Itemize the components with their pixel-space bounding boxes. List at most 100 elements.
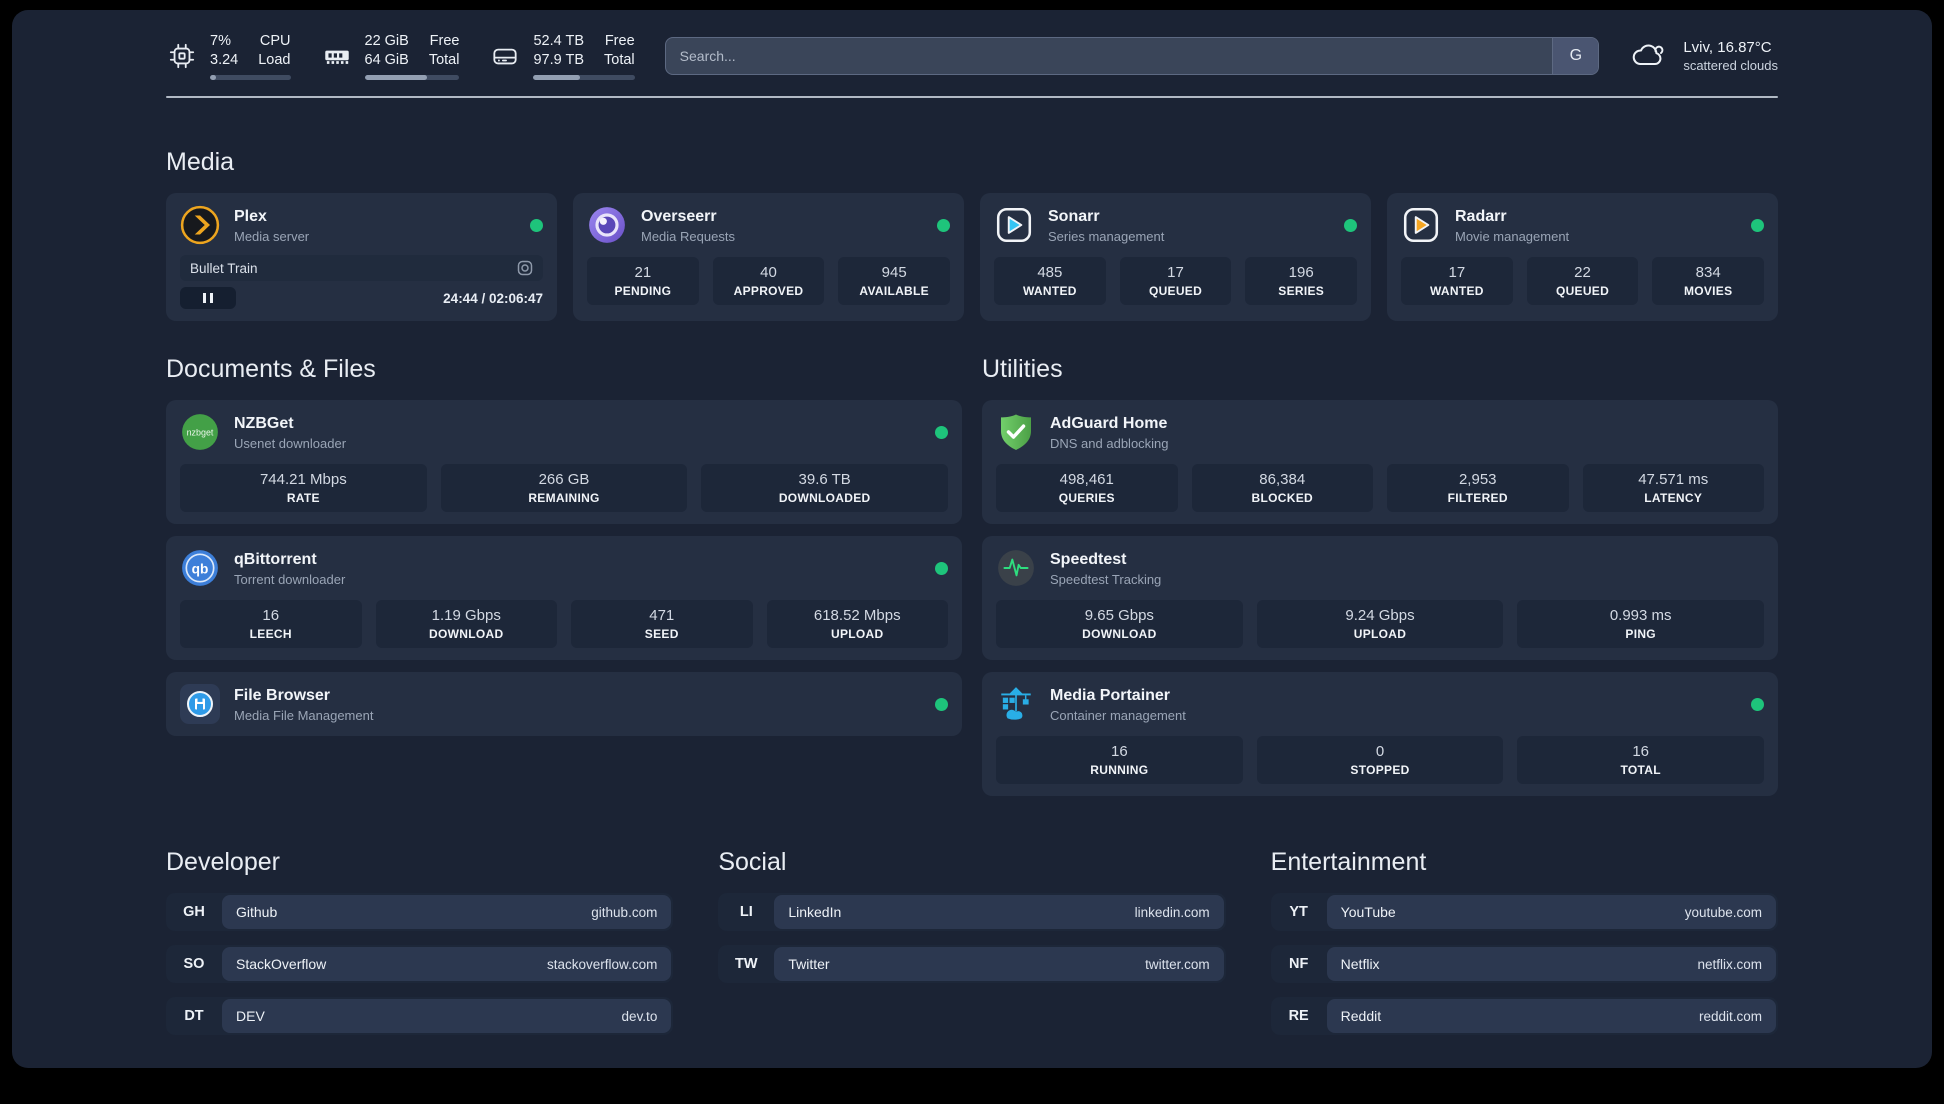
filebrowser-card[interactable]: File Browser Media File Management <box>166 672 962 736</box>
header-divider <box>166 96 1778 98</box>
plex-card[interactable]: Plex Media server Bullet Train 24:44 / 0… <box>166 193 557 321</box>
portainer-running-tile: 16 RUNNING <box>996 736 1243 784</box>
nzbget-card[interactable]: nzbget NZBGet Usenet downloader 744.21 M… <box>166 400 962 524</box>
ram-stat: 22 GiB 64 GiB Free Total <box>321 32 460 80</box>
speedtest-card[interactable]: Speedtest Speedtest Tracking 9.65 Gbps D… <box>982 536 1778 660</box>
speedtest-title: Speedtest <box>1050 550 1127 568</box>
bookmark-url: twitter.com <box>1145 956 1210 972</box>
social-section-heading: Social <box>718 848 787 876</box>
overseerr-status-dot <box>937 218 950 232</box>
filebrowser-status-dot <box>935 697 948 711</box>
bookmark-netflix[interactable]: NF Netflix netflix.com <box>1270 945 1778 983</box>
sonarr-series-tile: 196 SERIES <box>1245 257 1358 305</box>
radarr-queued-tile: 22 QUEUED <box>1526 257 1639 305</box>
overseerr-subtitle: Media Requests <box>641 228 735 244</box>
search-bar: G <box>664 37 1600 75</box>
nzbget-rate-tile: 744.21 Mbps RATE <box>180 464 427 512</box>
sonarr-status-dot <box>1344 218 1357 232</box>
overseerr-pending-tile: 21 PENDING <box>587 257 699 305</box>
documents-section-heading: Documents & Files <box>166 355 376 383</box>
pause-button[interactable] <box>180 287 236 309</box>
bookmark-linkedin[interactable]: LI LinkedIn linkedin.com <box>718 893 1226 931</box>
overseerr-available-tile: 945 AVAILABLE <box>838 257 951 305</box>
bookmark-youtube[interactable]: YT YouTube youtube.com <box>1270 893 1778 931</box>
bookmark-github[interactable]: GH Github github.com <box>166 893 674 931</box>
qbittorrent-upload-tile: 618.52 Mbps UPLOAD <box>766 600 948 648</box>
utilities-section-heading: Utilities <box>982 355 1063 383</box>
plex-subtitle: Media server <box>234 228 310 244</box>
bookmark-url: youtube.com <box>1684 904 1762 920</box>
bookmark-stackoverflow[interactable]: SO StackOverflow stackoverflow.com <box>166 945 674 983</box>
github-abbr-badge: GH <box>183 904 205 920</box>
adguard-icon <box>996 412 1036 452</box>
radarr-status-dot <box>1751 218 1764 232</box>
adguard-card[interactable]: AdGuard Home DNS and adblocking 498,461 … <box>982 400 1778 524</box>
system-stats: 7% 3.24 CPU Load 22 GiB 64 GiB Free Tota… <box>166 32 635 80</box>
sonarr-card[interactable]: Sonarr Series management 485 WANTED 17 Q… <box>980 193 1371 321</box>
nzbget-subtitle: Usenet downloader <box>234 435 347 451</box>
qbittorrent-subtitle: Torrent downloader <box>234 571 346 587</box>
disk-progress-bar <box>533 75 635 80</box>
adguard-subtitle: DNS and adblocking <box>1050 435 1169 451</box>
disk-free-label: Free <box>604 33 635 49</box>
qbittorrent-status-dot <box>935 561 948 575</box>
netflix-abbr-badge: NF <box>1288 956 1309 972</box>
cpu-progress-bar <box>210 75 291 80</box>
qbittorrent-card[interactable]: qb qBittorrent Torrent downloader 16 LEE… <box>166 536 962 660</box>
plex-status-dot <box>530 218 543 232</box>
radarr-subtitle: Movie management <box>1455 228 1570 244</box>
overseerr-title: Overseerr <box>641 207 717 225</box>
weather-widget[interactable]: Lviv, 16.87°C scattered clouds <box>1629 39 1778 73</box>
bookmark-url: github.com <box>591 904 658 920</box>
overseerr-icon <box>587 205 627 245</box>
adguard-queries-tile: 498,461 QUERIES <box>996 464 1178 512</box>
bookmark-dev[interactable]: DT DEV dev.to <box>166 997 674 1035</box>
sonarr-subtitle: Series management <box>1048 228 1165 244</box>
disk-stat: 52.4 TB 97.9 TB Free Total <box>489 32 635 80</box>
qbittorrent-download-tile: 1.19 Gbps DOWNLOAD <box>375 600 557 648</box>
bookmark-name: LinkedIn <box>788 904 842 920</box>
plex-now-playing: Bullet Train 24:44 / 02:06:47 <box>180 255 543 309</box>
svg-text:nzbget: nzbget <box>187 428 214 438</box>
portainer-card[interactable]: Media Portainer Container management 16 … <box>982 672 1778 796</box>
qbittorrent-title: qBittorrent <box>234 550 317 568</box>
ram-free-value: 22 GiB <box>364 33 409 49</box>
cpu-usage-value: 7% <box>210 33 231 49</box>
twitter-abbr-badge: TW <box>735 956 758 972</box>
qbittorrent-leech-tile: 16 LEECH <box>180 600 362 648</box>
radarr-icon <box>1401 205 1441 245</box>
nzbget-title: NZBGet <box>234 414 294 432</box>
sonarr-title: Sonarr <box>1048 207 1100 225</box>
bookmark-twitter[interactable]: TW Twitter twitter.com <box>718 945 1226 983</box>
now-playing-title: Bullet Train <box>190 260 258 276</box>
portainer-status-dot <box>1751 697 1764 711</box>
top-bar: 7% 3.24 CPU Load 22 GiB 64 GiB Free Tota… <box>166 32 1778 80</box>
session-settings-icon[interactable] <box>517 260 533 276</box>
bookmark-url: netflix.com <box>1697 956 1762 972</box>
sonarr-icon <box>994 205 1034 245</box>
speedtest-ping-tile: 0.993 ms PING <box>1517 600 1765 648</box>
bookmark-name: StackOverflow <box>236 956 327 972</box>
plex-title: Plex <box>234 207 267 225</box>
google-search-button[interactable]: G <box>1552 38 1599 74</box>
cpu-load-value: 3.24 <box>210 52 239 68</box>
entertainment-section-heading: Entertainment <box>1270 848 1427 876</box>
nzbget-remaining-tile: 266 GB REMAINING <box>440 464 688 512</box>
speedtest-upload-tile: 9.24 Gbps UPLOAD <box>1256 600 1504 648</box>
stackoverflow-abbr-badge: SO <box>183 956 205 972</box>
search-input[interactable] <box>664 37 1600 75</box>
bookmark-reddit[interactable]: RE Reddit reddit.com <box>1270 997 1778 1035</box>
speedtest-icon <box>996 548 1036 588</box>
adguard-filtered-tile: 2,953 FILTERED <box>1387 464 1569 512</box>
radarr-card[interactable]: Radarr Movie management 17 WANTED 22 QUE… <box>1387 193 1778 321</box>
bookmark-name: Reddit <box>1340 1008 1382 1024</box>
speedtest-subtitle: Speedtest Tracking <box>1050 571 1162 587</box>
radarr-title: Radarr <box>1455 207 1507 225</box>
filebrowser-subtitle: Media File Management <box>234 707 374 723</box>
overseerr-approved-tile: 40 APPROVED <box>712 257 825 305</box>
playback-time: 24:44 / 02:06:47 <box>443 290 543 306</box>
disk-free-value: 52.4 TB <box>533 33 585 49</box>
overseerr-card[interactable]: Overseerr Media Requests 21 PENDING 40 A… <box>573 193 964 321</box>
developer-section-heading: Developer <box>166 848 280 876</box>
qbittorrent-icon: qb <box>180 548 220 588</box>
